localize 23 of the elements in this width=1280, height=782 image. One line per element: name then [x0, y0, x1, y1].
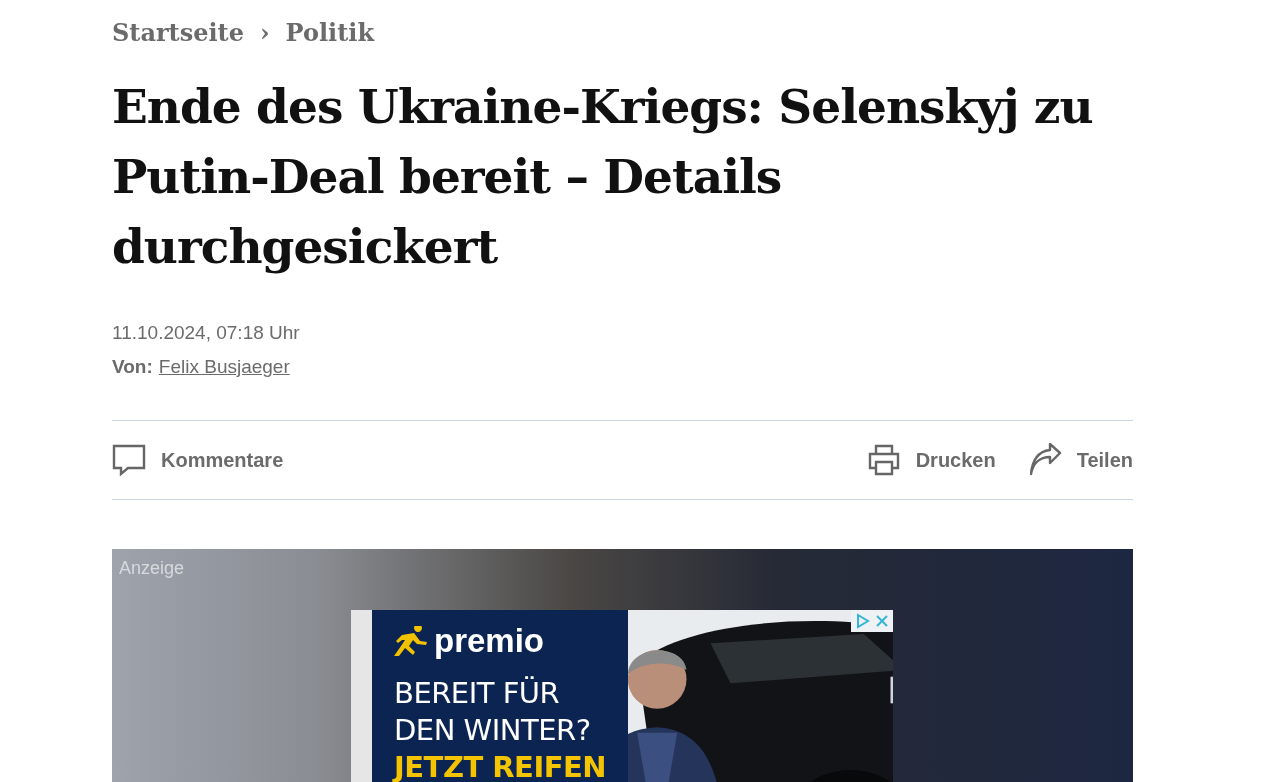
author-label: Von:: [112, 355, 153, 379]
ad-label: Anzeige: [119, 557, 185, 580]
breadcrumb-link[interactable]: Startseite: [112, 16, 244, 50]
share-icon: [1027, 443, 1062, 477]
breadcrumb-separator: ›: [259, 17, 270, 49]
close-icon: [875, 614, 889, 628]
author-link[interactable]: Felix Busjaeger: [158, 354, 290, 380]
ad-choices-badge[interactable]: [851, 610, 893, 632]
comment-icon: [112, 443, 146, 477]
share-button[interactable]: Teilen: [1027, 443, 1133, 477]
ad-highlight: JETZT REIFEN: [394, 749, 608, 782]
ad-banner[interactable]: premio BEREIT FÜR DEN WINTER? JETZT REIFEN: [351, 610, 893, 782]
play-triangle-icon: [855, 613, 871, 629]
runner-logo-icon: [394, 625, 428, 656]
ad-headline: BEREIT FÜR: [394, 675, 561, 712]
comment-button[interactable]: Kommentare: [112, 443, 284, 477]
article-headline: Ende des Ukraine-Kriegs: Selenskyj zu Putin-Deal bereit – Details durchgesickert: [112, 78, 1094, 276]
ad-brand: premio: [434, 624, 545, 657]
print-button[interactable]: Drucken: [866, 443, 996, 477]
publish-date: 11.10.2024, 07:18 Uhr: [112, 321, 301, 345]
ad-headline: DEN WINTER?: [394, 712, 592, 749]
breadcrumb-link[interactable]: Politik: [285, 16, 375, 50]
printer-icon: [866, 443, 901, 477]
